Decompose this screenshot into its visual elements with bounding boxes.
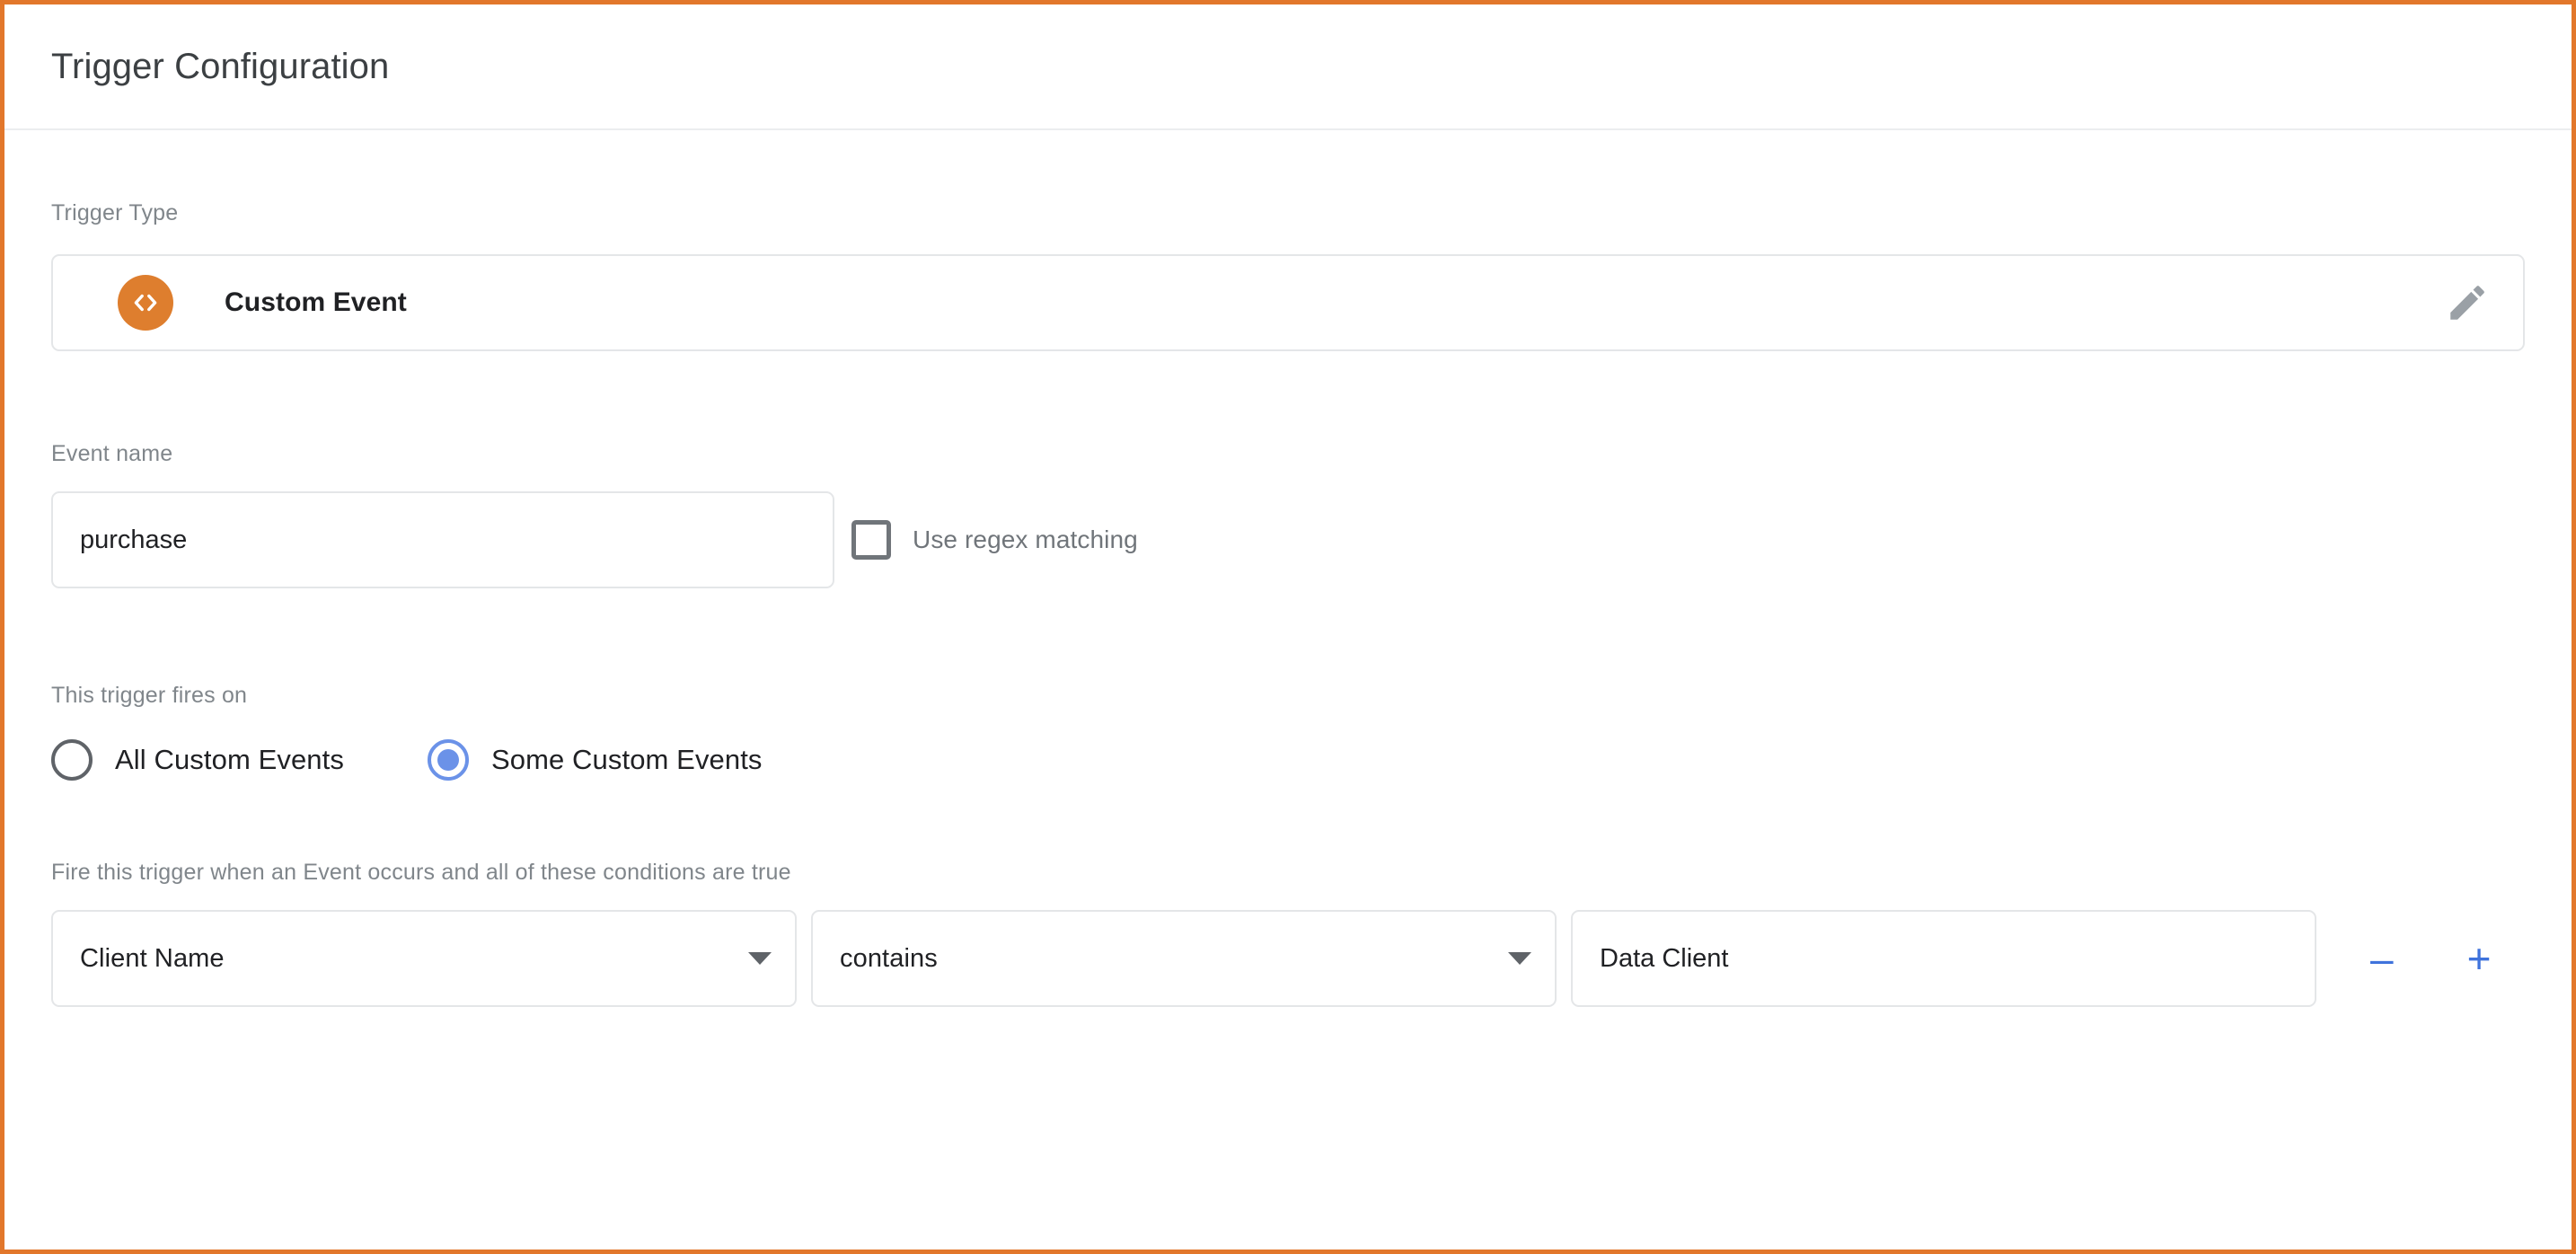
chevron-down-icon <box>748 952 772 965</box>
condition-variable-value: Client Name <box>80 943 225 973</box>
panel-header: Trigger Configuration <box>4 4 2572 130</box>
event-name-label: Event name <box>51 441 173 466</box>
page-title: Trigger Configuration <box>51 46 390 86</box>
radio-all-custom-events-label: All Custom Events <box>115 744 344 775</box>
use-regex-matching-checkbox[interactable] <box>851 520 891 560</box>
fires-on-radio-group: All Custom Events Some Custom Events <box>51 739 2525 781</box>
trigger-configuration-panel: Trigger Configuration Trigger Type Custo… <box>0 0 2576 1254</box>
trigger-type-label: Trigger Type <box>51 200 179 225</box>
event-name-input[interactable]: purchase <box>51 491 834 588</box>
trigger-type-card[interactable]: Custom Event <box>51 254 2525 351</box>
radio-all-custom-events[interactable]: All Custom Events <box>51 739 344 781</box>
radio-some-custom-events-label: Some Custom Events <box>490 744 763 775</box>
trigger-type-name: Custom Event <box>225 287 407 317</box>
trigger-type-section: Trigger Type Custom Event <box>51 130 2525 351</box>
radio-circle-icon[interactable] <box>51 739 93 781</box>
condition-value-input[interactable]: Data Client <box>1571 910 2316 1007</box>
condition-operator-value: contains <box>840 943 938 973</box>
event-name-row: purchase Use regex matching <box>51 491 2525 588</box>
event-name-section: Event name purchase Use regex matching <box>51 351 2525 588</box>
panel-body: Trigger Type Custom Event Event name pur… <box>4 130 2572 1007</box>
fires-on-label: This trigger fires on <box>51 683 248 708</box>
pencil-icon[interactable] <box>2444 279 2491 326</box>
radio-circle-selected-icon[interactable] <box>427 739 469 781</box>
remove-condition-button[interactable]: – <box>2370 938 2394 979</box>
use-regex-matching-label: Use regex matching <box>913 525 1138 553</box>
radio-some-custom-events[interactable]: Some Custom Events <box>427 739 763 781</box>
conditions-label: Fire this trigger when an Event occurs a… <box>51 860 791 885</box>
condition-variable-select[interactable]: Client Name <box>51 910 797 1007</box>
conditions-section: Fire this trigger when an Event occurs a… <box>51 781 2525 1007</box>
fires-on-section: This trigger fires on All Custom Events … <box>51 588 2525 781</box>
use-regex-matching-control[interactable]: Use regex matching <box>851 520 1138 560</box>
condition-row: Client Name contains Data Client – + <box>51 910 2525 1007</box>
code-brackets-icon <box>118 275 173 331</box>
chevron-down-icon <box>1508 952 1531 965</box>
condition-operator-select[interactable]: contains <box>811 910 1557 1007</box>
add-condition-button[interactable]: + <box>2467 938 2492 979</box>
